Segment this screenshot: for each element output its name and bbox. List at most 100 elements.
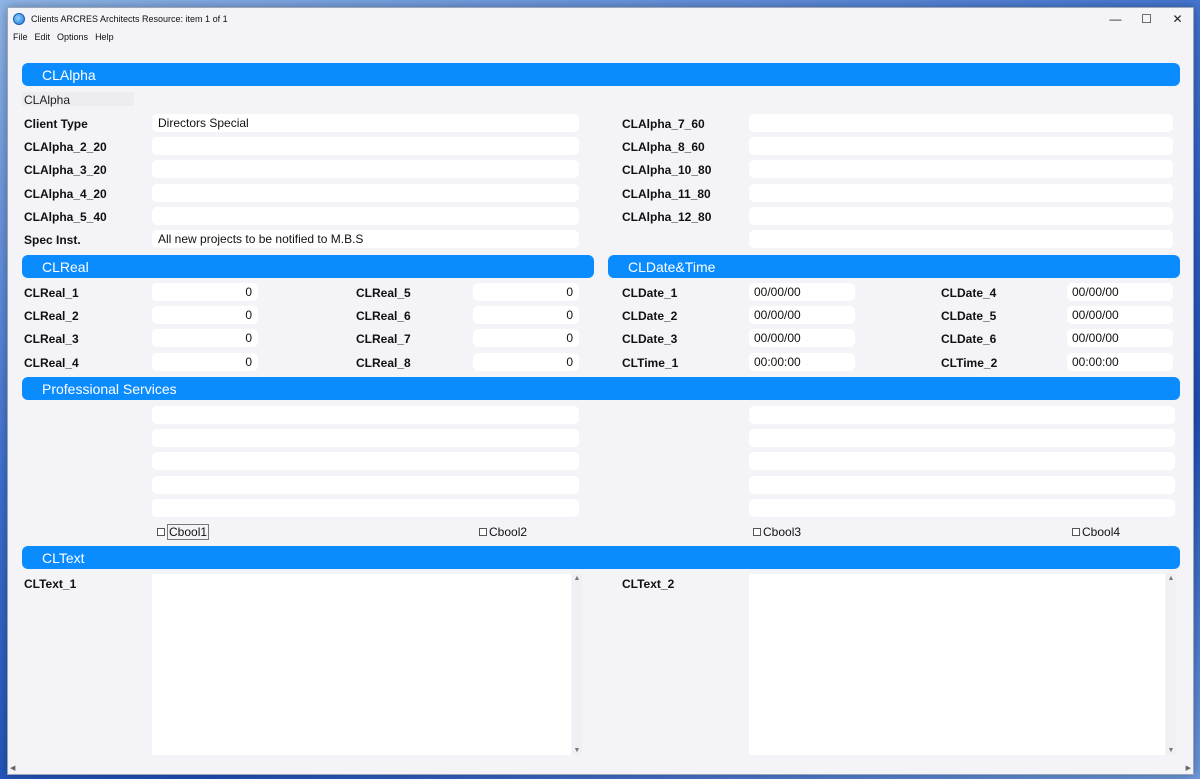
- menu-help[interactable]: Help: [95, 32, 114, 42]
- title-bar: Clients ARCRES Architects Resource: item…: [8, 8, 1193, 29]
- checkbox-box-icon: [753, 528, 761, 536]
- section-cldatetime-header: CLDate&Time: [608, 255, 1180, 278]
- section-clreal-header: CLReal: [22, 255, 594, 278]
- minimize-button[interactable]: —: [1100, 8, 1131, 29]
- label-cldate-1: CLDate_1: [622, 286, 678, 300]
- scroll-left-arrow-icon[interactable]: ◀: [10, 764, 15, 772]
- cltext-1-textarea[interactable]: [152, 574, 571, 755]
- menu-file[interactable]: File: [13, 32, 28, 42]
- cltime-1-field[interactable]: 00:00:00: [749, 353, 855, 371]
- window-title: Clients ARCRES Architects Resource: item…: [31, 13, 228, 24]
- label-cldate-2: CLDate_2: [622, 309, 678, 323]
- clalpha-sublabel: CLAlpha: [24, 93, 71, 107]
- clalpha-11-80-field[interactable]: [749, 184, 1173, 202]
- menu-bar: File Edit Options Help: [8, 29, 116, 44]
- prof-left-field-2[interactable]: [152, 429, 579, 447]
- prof-right-field-1[interactable]: [749, 406, 1175, 424]
- cbool2-label: Cbool2: [489, 525, 528, 539]
- label-clreal-8: CLReal_8: [356, 356, 411, 370]
- label-cltime-1: CLTime_1: [622, 356, 679, 370]
- clalpha-3-20-field[interactable]: [152, 160, 579, 178]
- cbool3-checkbox[interactable]: Cbool3: [753, 525, 801, 539]
- client-type-field[interactable]: Directors Special: [152, 114, 579, 132]
- app-window: Clients ARCRES Architects Resource: item…: [7, 7, 1194, 775]
- cldate-2-field[interactable]: 00/00/00: [749, 306, 855, 324]
- clreal-8-field[interactable]: 0: [473, 353, 579, 371]
- scroll-right-arrow-icon[interactable]: ▶: [1186, 764, 1191, 772]
- cldate-3-field[interactable]: 00/00/00: [749, 329, 855, 347]
- label-client-type: Client Type: [24, 117, 88, 131]
- checkbox-box-icon: [1072, 528, 1080, 536]
- menu-edit[interactable]: Edit: [35, 32, 51, 42]
- scroll-down-arrow-icon[interactable]: ▼: [572, 747, 582, 754]
- label-clalpha-12-80: CLAlpha_12_80: [622, 210, 712, 224]
- label-clalpha-8-60: CLAlpha_8_60: [622, 140, 705, 154]
- checkbox-box-icon: [157, 528, 165, 536]
- clreal-5-field[interactable]: 0: [473, 283, 579, 301]
- label-clalpha-11-80: CLAlpha_11_80: [622, 187, 711, 201]
- cltime-2-field[interactable]: 00:00:00: [1067, 353, 1173, 371]
- label-clalpha-2-20: CLAlpha_2_20: [24, 140, 107, 154]
- cbool1-label: Cbool1: [167, 524, 210, 540]
- cbool1-checkbox[interactable]: Cbool1: [157, 524, 210, 540]
- label-cltime-2: CLTime_2: [941, 356, 998, 370]
- prof-right-field-2[interactable]: [749, 429, 1175, 447]
- cldate-6-field[interactable]: 00/00/00: [1067, 329, 1173, 347]
- section-clalpha-header: CLAlpha: [22, 63, 1180, 86]
- cbool2-checkbox[interactable]: Cbool2: [479, 525, 527, 539]
- label-clalpha-5-40: CLAlpha_5_40: [24, 210, 107, 224]
- clalpha-12-80-field[interactable]: [749, 207, 1173, 225]
- section-cltext-header: CLText: [22, 546, 1180, 569]
- scroll-up-arrow-icon[interactable]: ▲: [1166, 575, 1176, 582]
- cldate-5-field[interactable]: 00/00/00: [1067, 306, 1173, 324]
- horizontal-scrollbar[interactable]: ◀ ▶: [8, 764, 1193, 774]
- cldate-4-field[interactable]: 00/00/00: [1067, 283, 1173, 301]
- cbool4-checkbox[interactable]: Cbool4: [1072, 525, 1120, 539]
- cltext-2-textarea[interactable]: [749, 574, 1165, 755]
- clreal-1-field[interactable]: 0: [152, 283, 258, 301]
- label-clalpha-4-20: CLAlpha_4_20: [24, 187, 107, 201]
- cltext-1-scrollbar[interactable]: ▲ ▼: [572, 574, 582, 755]
- label-spec-inst: Spec Inst.: [24, 233, 81, 247]
- prof-left-field-4[interactable]: [152, 476, 579, 494]
- clalpha-unlabeled-field[interactable]: [749, 230, 1173, 248]
- clalpha-4-20-field[interactable]: [152, 184, 579, 202]
- cltext-2-scrollbar[interactable]: ▲ ▼: [1166, 574, 1176, 755]
- clreal-3-field[interactable]: 0: [152, 329, 258, 347]
- prof-left-field-1[interactable]: [152, 406, 579, 424]
- checkbox-box-icon: [479, 528, 487, 536]
- form-content: CLAlpha CLAlpha Client Type Directors Sp…: [8, 44, 1193, 766]
- spec-inst-field[interactable]: All new projects to be notified to M.B.S: [152, 230, 579, 248]
- prof-right-field-5[interactable]: [749, 499, 1175, 517]
- label-cltext-2: CLText_2: [622, 577, 675, 591]
- label-clreal-2: CLReal_2: [24, 309, 79, 323]
- clreal-2-field[interactable]: 0: [152, 306, 258, 324]
- label-cldate-5: CLDate_5: [941, 309, 997, 323]
- prof-right-field-3[interactable]: [749, 452, 1175, 470]
- clalpha-10-80-field[interactable]: [749, 160, 1173, 178]
- clreal-6-field[interactable]: 0: [473, 306, 579, 324]
- maximize-button[interactable]: ☐: [1131, 8, 1162, 29]
- label-clreal-1: CLReal_1: [24, 286, 79, 300]
- scroll-down-arrow-icon[interactable]: ▼: [1166, 747, 1176, 754]
- cbool4-label: Cbool4: [1082, 525, 1121, 539]
- prof-left-field-3[interactable]: [152, 452, 579, 470]
- clreal-7-field[interactable]: 0: [473, 329, 579, 347]
- close-button[interactable]: ✕: [1162, 8, 1193, 29]
- label-clreal-7: CLReal_7: [356, 332, 411, 346]
- clalpha-7-60-field[interactable]: [749, 114, 1173, 132]
- label-clalpha-7-60: CLAlpha_7_60: [622, 117, 705, 131]
- prof-left-field-5[interactable]: [152, 499, 579, 517]
- label-clalpha-3-20: CLAlpha_3_20: [24, 163, 107, 177]
- cldate-1-field[interactable]: 00/00/00: [749, 283, 855, 301]
- clreal-4-field[interactable]: 0: [152, 353, 258, 371]
- scroll-up-arrow-icon[interactable]: ▲: [572, 575, 582, 582]
- prof-right-field-4[interactable]: [749, 476, 1175, 494]
- label-clreal-5: CLReal_5: [356, 286, 411, 300]
- clalpha-5-40-field[interactable]: [152, 207, 579, 225]
- clalpha-8-60-field[interactable]: [749, 137, 1173, 155]
- menu-options[interactable]: Options: [57, 32, 88, 42]
- clalpha-2-20-field[interactable]: [152, 137, 579, 155]
- label-clalpha-10-80: CLAlpha_10_80: [622, 163, 712, 177]
- window-controls: — ☐ ✕: [1100, 8, 1193, 29]
